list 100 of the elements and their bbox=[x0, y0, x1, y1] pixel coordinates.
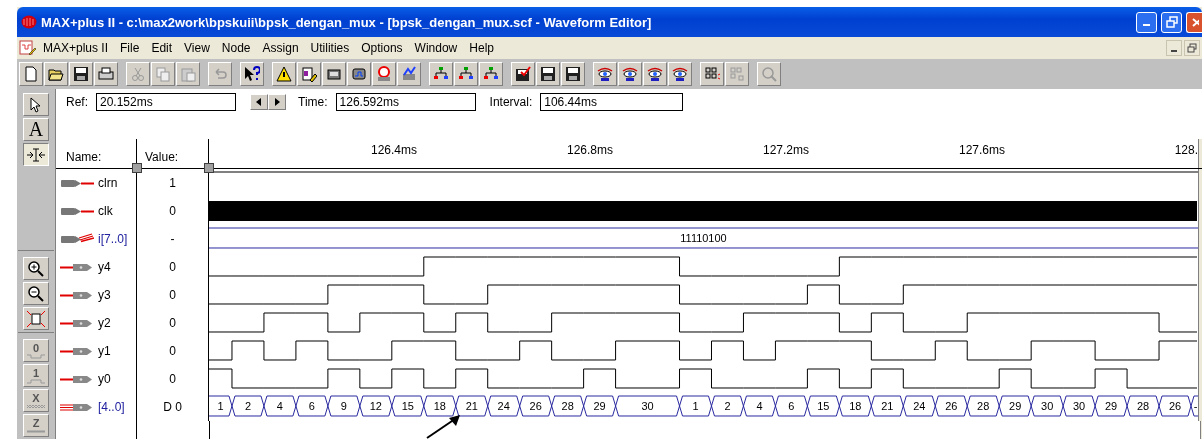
menu-item[interactable]: Utilities bbox=[304, 41, 356, 55]
warning-triangle-icon bbox=[276, 66, 292, 82]
zoom-out-button[interactable] bbox=[23, 282, 49, 305]
bus-value: 18 bbox=[433, 400, 446, 412]
ref-label: Ref: bbox=[66, 95, 88, 109]
close-button[interactable] bbox=[1186, 11, 1202, 33]
toolbar-button[interactable] bbox=[511, 62, 535, 86]
eye-icon bbox=[622, 66, 638, 82]
signal-name[interactable]: y0 bbox=[98, 372, 111, 386]
interval-field[interactable]: 106.44ms bbox=[540, 93, 684, 111]
toolbar-button[interactable] bbox=[536, 62, 560, 86]
minimize-button[interactable] bbox=[1166, 40, 1182, 56]
time-tick-label: 126.4ms bbox=[370, 143, 418, 157]
signal-name[interactable]: i[7..0] bbox=[98, 232, 128, 246]
toolbar-button[interactable] bbox=[347, 62, 371, 86]
signal-value: 0 bbox=[169, 316, 176, 330]
menu-item[interactable]: Assign bbox=[256, 41, 305, 55]
signal-value: 0 bbox=[169, 260, 176, 274]
restore-icon bbox=[1187, 43, 1197, 53]
minimize-icon bbox=[1143, 24, 1150, 26]
toolbar-button[interactable] bbox=[297, 62, 321, 86]
menu-item[interactable]: View bbox=[178, 41, 216, 55]
toolbar-button[interactable] bbox=[397, 62, 421, 86]
column-resize-handle[interactable] bbox=[132, 163, 142, 173]
column-header: Value: bbox=[145, 150, 179, 164]
bus-value: 21 bbox=[881, 400, 894, 412]
set-unknown-button[interactable]: X bbox=[23, 389, 49, 412]
zoom-out-icon bbox=[27, 284, 45, 303]
toolbar-button[interactable] bbox=[272, 62, 296, 86]
time-tick-label: 127.2ms bbox=[762, 143, 810, 157]
crosshatch-icon bbox=[27, 403, 45, 409]
set-z-button[interactable]: Z bbox=[23, 414, 49, 437]
toolbar-button[interactable] bbox=[479, 62, 503, 86]
scissors-icon bbox=[130, 66, 146, 82]
monitor-icon bbox=[351, 66, 367, 82]
signal-name[interactable]: clrn bbox=[98, 176, 118, 190]
snap-tool[interactable] bbox=[23, 143, 49, 166]
menu-item[interactable]: Window bbox=[408, 41, 464, 55]
toolbar-button[interactable] bbox=[429, 62, 453, 86]
bus-value: 4 bbox=[756, 400, 763, 412]
menu-item[interactable]: MAX+plus II bbox=[37, 41, 115, 55]
toolbar-button[interactable] bbox=[643, 62, 667, 86]
column-resize-handle[interactable] bbox=[204, 163, 214, 173]
signal-name[interactable]: y1 bbox=[98, 344, 111, 358]
chart-icon bbox=[401, 66, 417, 82]
menu-item[interactable]: Options bbox=[355, 41, 409, 55]
left-triangle-icon bbox=[255, 98, 263, 106]
grid-icon bbox=[704, 66, 720, 82]
bus-value: 29 bbox=[1105, 400, 1118, 412]
toolbar-button[interactable] bbox=[94, 62, 118, 86]
ref-field[interactable]: 20.152ms bbox=[96, 93, 236, 111]
signal-value: 0 bbox=[169, 372, 176, 386]
time-field[interactable]: 126.592ms bbox=[335, 93, 476, 111]
bus-value: 30 bbox=[1041, 400, 1054, 412]
toolbar-button[interactable] bbox=[561, 62, 585, 86]
zoom-in-button[interactable] bbox=[23, 257, 49, 280]
toolbar-button[interactable] bbox=[618, 62, 642, 86]
time-tick-label: 128. bbox=[1173, 143, 1198, 157]
chip-icon bbox=[326, 66, 342, 82]
eye-icon bbox=[597, 66, 613, 82]
bus-value: 1 bbox=[692, 400, 699, 412]
right-arrow-button[interactable] bbox=[268, 94, 286, 110]
pointer-tool[interactable] bbox=[23, 93, 49, 116]
toolbar-button[interactable] bbox=[240, 62, 264, 86]
toolbar-button[interactable] bbox=[668, 62, 692, 86]
bar-icon bbox=[27, 428, 45, 434]
bus-value: 6 bbox=[308, 400, 315, 412]
close-icon bbox=[1190, 17, 1199, 27]
column-header: Name: bbox=[66, 150, 102, 164]
set-low-button[interactable]: 0 bbox=[23, 339, 49, 362]
menu-item[interactable]: Edit bbox=[145, 41, 179, 55]
menu-item[interactable]: File bbox=[114, 41, 146, 55]
left-arrow-button[interactable] bbox=[250, 94, 268, 110]
signal-value: 0 bbox=[169, 288, 176, 302]
bus-value: 24 bbox=[497, 400, 510, 412]
text-tool[interactable]: A bbox=[23, 118, 49, 141]
floppy-icon bbox=[540, 66, 556, 82]
restore-button[interactable] bbox=[1184, 40, 1200, 56]
input-pin-icon bbox=[60, 232, 94, 246]
toolbar-button[interactable] bbox=[44, 62, 68, 86]
high-pulse-icon bbox=[27, 378, 45, 384]
bus-value: 28 bbox=[561, 400, 574, 412]
signal-name[interactable]: [4..0] bbox=[98, 400, 125, 414]
bus-value: 21 bbox=[465, 400, 478, 412]
toolbar-button[interactable] bbox=[700, 62, 724, 86]
signal-name[interactable]: y3 bbox=[98, 288, 111, 302]
bus-value: 15 bbox=[401, 400, 414, 412]
toolbar-button[interactable] bbox=[69, 62, 93, 86]
menu-item[interactable]: Node bbox=[215, 41, 257, 55]
toolbar-button[interactable] bbox=[322, 62, 346, 86]
toolbar-button[interactable] bbox=[454, 62, 478, 86]
menu-item[interactable]: Help bbox=[463, 41, 500, 55]
eye-icon bbox=[647, 66, 663, 82]
signal-name[interactable]: clk bbox=[98, 204, 113, 218]
set-high-button[interactable]: 1 bbox=[23, 364, 49, 387]
signal-name[interactable]: y4 bbox=[98, 260, 111, 274]
fit-window-icon bbox=[26, 309, 46, 328]
toolbar-button[interactable] bbox=[593, 62, 617, 86]
fit-window-button[interactable] bbox=[23, 307, 49, 330]
signal-name[interactable]: y2 bbox=[98, 316, 111, 330]
